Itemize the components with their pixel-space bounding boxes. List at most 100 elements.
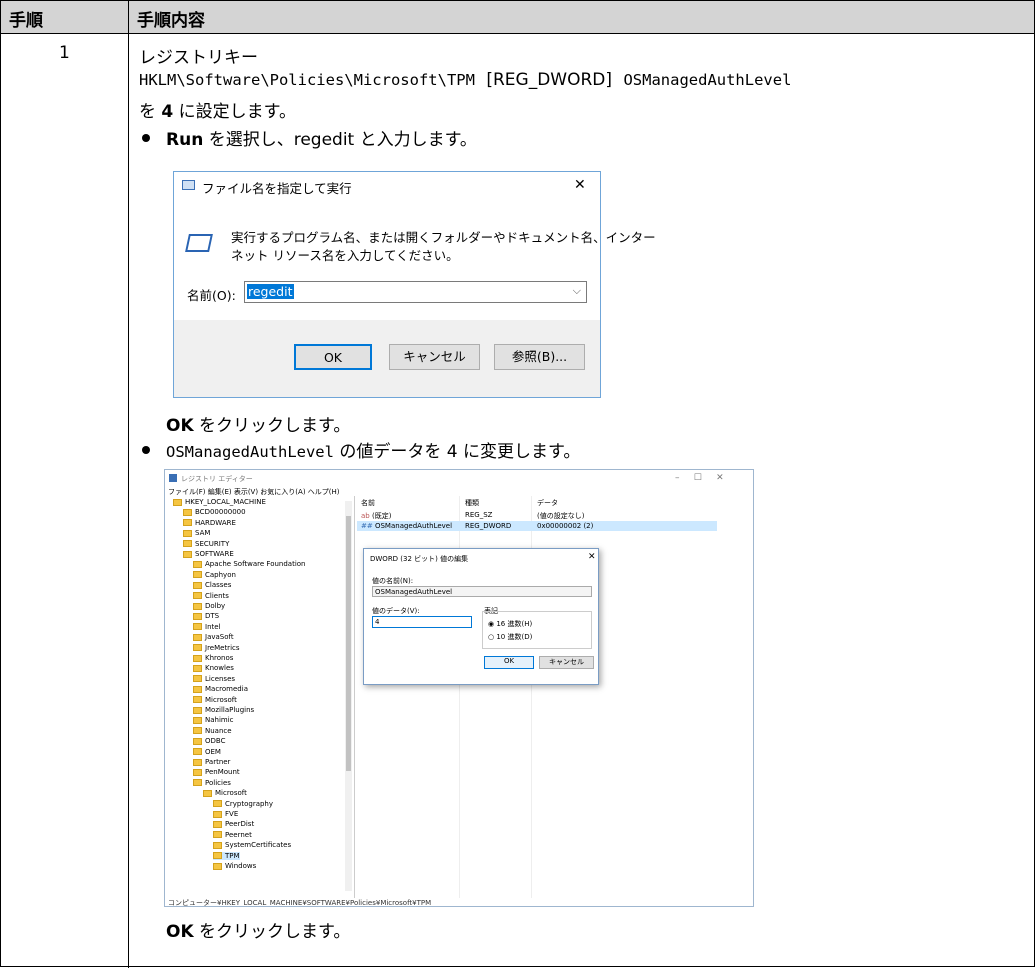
folder-icon — [193, 696, 202, 704]
tree-item[interactable]: TPM — [213, 851, 240, 860]
tree-item[interactable]: Peernet — [213, 831, 252, 839]
tree-item[interactable]: ODBC — [193, 737, 225, 745]
run-description-2: ネット リソース名を入力してください。 — [231, 248, 459, 263]
tree-item[interactable]: Licenses — [193, 675, 235, 683]
values-pane: 名前 種類 データ ab (既定) REG_SZ (値の設定なし) ## OSM… — [357, 496, 753, 898]
tree-item[interactable]: FVE — [213, 810, 238, 818]
tree-item[interactable]: SystemCertificates — [213, 841, 291, 849]
folder-icon — [213, 810, 222, 818]
tree-item[interactable]: PenMount — [193, 768, 240, 776]
tree-item[interactable]: Classes — [193, 581, 231, 589]
tree-item[interactable]: Macromedia — [193, 685, 248, 693]
base-group — [482, 611, 592, 649]
tree-item[interactable]: MozillaPlugins — [193, 706, 254, 714]
tree-item[interactable]: JavaSoft — [193, 633, 234, 641]
tree-item[interactable]: Caphyon — [193, 571, 236, 579]
col-name[interactable]: 名前 — [361, 498, 375, 508]
tree-item[interactable]: Microsoft — [203, 789, 247, 797]
tree-item[interactable]: JreMetrics — [193, 644, 240, 652]
folder-icon — [193, 612, 202, 620]
folder-icon — [193, 758, 202, 766]
dword-edit-dialog: DWORD (32 ビット) 値の編集 ✕ 値の名前(N): OSManaged… — [363, 548, 599, 685]
tree-item[interactable]: BCD00000000 — [183, 508, 246, 516]
folder-icon — [213, 841, 222, 849]
tree-item[interactable]: Dolby — [193, 602, 225, 610]
folder-icon — [193, 654, 202, 662]
tree-item[interactable]: OEM — [193, 748, 221, 756]
radio-dec[interactable]: ○ 10 進数(D) — [488, 632, 532, 642]
folder-icon — [193, 623, 202, 631]
folder-icon — [183, 540, 192, 548]
cancel-button[interactable]: キャンセル — [389, 344, 480, 370]
run-description-1: 実行するプログラム名、または開くフォルダーやドキュメント名、インター — [231, 230, 656, 245]
col-data[interactable]: データ — [537, 498, 558, 508]
name-input-value: regedit — [247, 284, 294, 299]
tree-item[interactable]: Nuance — [193, 727, 232, 735]
ok-click-1: OK をクリックします。 — [166, 416, 351, 436]
folder-icon — [203, 789, 212, 797]
value-row-osmanaged[interactable]: ## OSManagedAuthLevel — [361, 522, 452, 530]
folder-icon — [193, 560, 202, 568]
tree-item[interactable]: Intel — [193, 623, 221, 631]
tree-item[interactable]: Nahimic — [193, 716, 234, 724]
folder-icon — [213, 800, 222, 808]
name-combobox[interactable]: regedit ⌵ — [244, 281, 587, 303]
folder-icon — [193, 779, 202, 787]
tree-scrollbar-thumb[interactable] — [346, 516, 351, 771]
tree-item[interactable]: SAM — [183, 529, 210, 537]
col-type[interactable]: 種類 — [465, 498, 479, 508]
close-icon[interactable]: ✕ — [574, 177, 586, 193]
chevron-down-icon[interactable]: ⌵ — [573, 284, 581, 298]
folder-icon — [193, 633, 202, 641]
line-registry-path: HKLM\Software\Policies\Microsoft\TPM [RE… — [139, 70, 791, 90]
string-value-icon: ab — [361, 512, 370, 520]
tree-item[interactable]: Cryptography — [213, 800, 273, 808]
radio-hex[interactable]: ◉ 16 進数(H) — [488, 619, 532, 629]
ok-button[interactable]: OK — [294, 344, 372, 370]
header-content: 手順内容 — [137, 11, 205, 31]
tree-item[interactable]: HKEY_LOCAL_MACHINE — [173, 498, 266, 506]
ok-click-2: OK をクリックします。 — [166, 922, 351, 942]
value-name-label: 値の名前(N): — [372, 577, 414, 585]
value-row-default[interactable]: ab (既定) — [361, 511, 391, 521]
line-registry-key: レジストリキー — [139, 48, 258, 68]
registry-path: HKLM\Software\Policies\Microsoft\TPM — [139, 71, 475, 89]
tree-item[interactable]: Partner — [193, 758, 230, 766]
procedure-table: 手順 手順内容 1 レジストリキー HKLM\Software\Policies… — [0, 0, 1035, 968]
tree-item[interactable]: Policies — [193, 779, 231, 787]
tree-item[interactable]: HARDWARE — [183, 519, 236, 527]
regedit-title: レジストリ エディター — [181, 475, 253, 483]
run-icon — [182, 180, 195, 190]
window-controls[interactable]: – ☐ ✕ — [675, 473, 724, 483]
tree-item[interactable]: SOFTWARE — [183, 550, 234, 558]
table-header: 手順 手順内容 — [1, 1, 1034, 34]
folder-icon — [173, 498, 182, 506]
header-step: 手順 — [9, 11, 43, 31]
folder-icon — [193, 685, 202, 693]
value-name-field: OSManagedAuthLevel — [372, 586, 592, 597]
dword-dialog-title: DWORD (32 ビット) 値の編集 — [370, 555, 469, 563]
dword-cancel-button[interactable]: キャンセル — [539, 656, 594, 669]
registry-editor-window: レジストリ エディター – ☐ ✕ ファイル(F) 編集(E) 表示(V) お気… — [164, 469, 754, 907]
folder-icon — [193, 748, 202, 756]
tree-item[interactable]: Knowles — [193, 664, 234, 672]
tree-item[interactable]: Clients — [193, 592, 229, 600]
folder-icon — [213, 862, 222, 870]
tree-item[interactable]: DTS — [193, 612, 219, 620]
folder-icon — [183, 550, 192, 558]
tree-item[interactable]: SECURITY — [183, 540, 229, 548]
tree-item[interactable]: Microsoft — [193, 696, 237, 704]
value-data-input[interactable]: 4 — [372, 616, 472, 628]
folder-icon — [213, 831, 222, 839]
tree-item[interactable]: Khronos — [193, 654, 233, 662]
folder-icon — [193, 716, 202, 724]
tree-scrollbar[interactable] — [345, 501, 352, 891]
browse-button[interactable]: 参照(B)... — [494, 344, 585, 370]
dword-ok-button[interactable]: OK — [484, 656, 534, 669]
tree-item[interactable]: PeerDist — [213, 820, 254, 828]
tree-item[interactable]: Windows — [213, 862, 256, 870]
tree-item[interactable]: Apache Software Foundation — [193, 560, 306, 568]
folder-icon — [193, 602, 202, 610]
dword-close-icon[interactable]: ✕ — [588, 552, 596, 562]
line-set-value: を 4 に設定します。 — [139, 102, 296, 122]
